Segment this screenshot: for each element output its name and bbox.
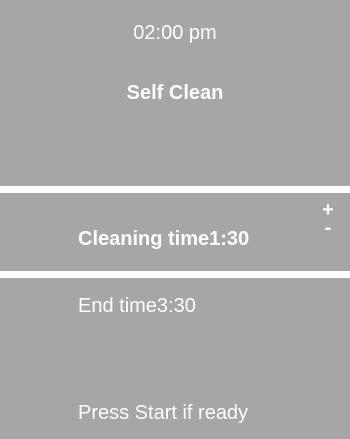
end-time-value: End time3:30 — [78, 295, 196, 317]
cleaning-time-panel[interactable]: Cleaning time1:30 + - — [0, 193, 350, 271]
cleaning-time-value[interactable]: Cleaning time1:30 — [78, 228, 249, 251]
start-prompt: Press Start if ready — [78, 402, 249, 424]
clock-time: 02:00 pm — [133, 22, 217, 44]
status-panel: 02:00 pm Self Clean — [0, 0, 350, 186]
mode-title: Self Clean — [126, 82, 224, 104]
cleaning-time-stepper[interactable]: + - — [320, 200, 336, 238]
end-time-panel: End time3:30 Press Start if ready — [0, 278, 350, 439]
decrease-button[interactable]: - — [320, 218, 336, 238]
